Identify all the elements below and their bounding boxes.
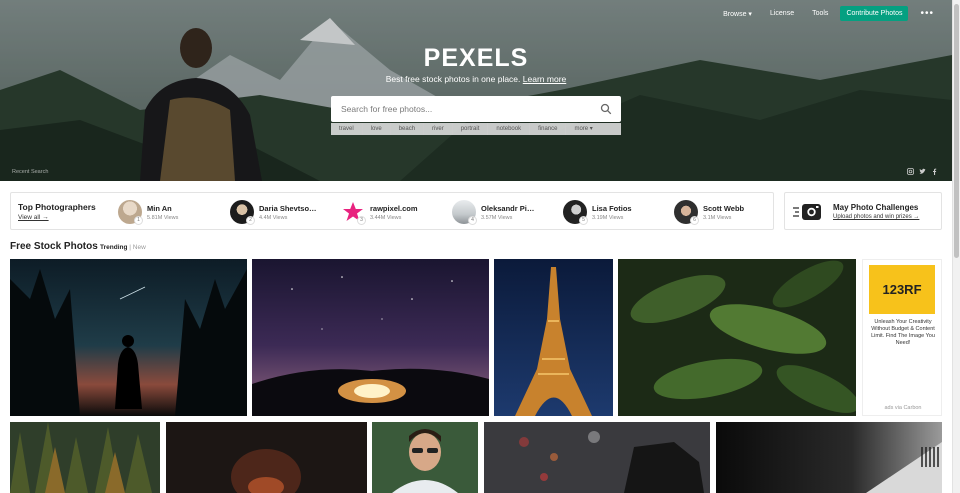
tagline-text: Best free stock photos in one place.: [385, 74, 521, 84]
search-tag-bar: travel love beach river portrait noteboo…: [331, 123, 621, 135]
rank-badge: 5: [579, 216, 588, 225]
top-photographers-panel: Top Photographers View all → 1 Min An 5.…: [10, 192, 774, 230]
photo-tile[interactable]: [10, 422, 160, 493]
site-logo[interactable]: PEXELS: [0, 44, 952, 73]
photographer-views: 3.44M Views: [370, 215, 402, 221]
search-input[interactable]: Search for free photos...: [331, 96, 621, 122]
camera-icon: [793, 204, 821, 220]
photo-tile[interactable]: [10, 259, 247, 416]
photographer-views: 3.57M Views: [481, 215, 513, 221]
rank-badge: 2: [246, 216, 255, 225]
learn-more-link[interactable]: Learn more: [523, 74, 566, 84]
tag-more[interactable]: more ▾: [566, 123, 600, 135]
nav-browse[interactable]: Browse ▾: [714, 10, 761, 18]
photo-tile[interactable]: [494, 259, 613, 416]
view-all-link[interactable]: View all →: [18, 214, 49, 221]
contribute-photos-button[interactable]: Contribute Photos: [840, 6, 909, 21]
ad-text: Unleash Your Creativity Without Budget &…: [871, 319, 935, 346]
tag-finance[interactable]: finance: [530, 123, 567, 135]
top-navigation: Browse ▾ License Tools Contribute Photos…: [714, 5, 934, 22]
page-scrollbar[interactable]: [952, 0, 960, 493]
photographer-views: 3.1M Views: [703, 215, 732, 221]
photographer-views: 5.81M Views: [147, 215, 179, 221]
tab-trending[interactable]: Trending: [100, 244, 127, 251]
photographer-views: 4.4M Views: [259, 215, 288, 221]
hero-tagline: Best free stock photos in one place. Lea…: [0, 74, 952, 84]
photographer-card[interactable]: 3 rawpixel.com 3.44M Views: [341, 200, 441, 226]
ad-logo-text: 123RF: [882, 282, 922, 297]
photographer-name: Lisa Fotios: [592, 204, 632, 213]
nav-tools[interactable]: Tools: [803, 10, 837, 17]
twitter-icon[interactable]: [919, 168, 926, 175]
photo-tile[interactable]: [618, 259, 856, 416]
rank-badge: 3: [357, 216, 366, 225]
section-tabs: Trending | New: [100, 244, 146, 251]
photographer-views: 3.19M Views: [592, 215, 624, 221]
photographer-name: Min An: [147, 204, 172, 213]
search-placeholder: Search for free photos...: [341, 104, 433, 114]
photo-tile[interactable]: [166, 422, 367, 493]
photo-challenge-card[interactable]: May Photo Challenges Upload photos and w…: [784, 192, 942, 230]
scrollbar-thumb[interactable]: [954, 4, 959, 258]
search-icon[interactable]: [600, 103, 612, 115]
hero-banner: Browse ▾ License Tools Contribute Photos…: [0, 0, 952, 181]
ad-via-link[interactable]: ads via Carbon: [863, 405, 943, 411]
tag-river[interactable]: river: [424, 123, 453, 135]
photographer-card[interactable]: 1 Min An 5.81M Views: [118, 200, 218, 226]
challenge-title: May Photo Challenges: [833, 203, 919, 212]
photographer-name: Oleksandr Pi…: [481, 204, 535, 213]
photo-tile[interactable]: [716, 422, 942, 493]
challenge-upload-link[interactable]: Upload photos and win prizes →: [833, 214, 919, 220]
page: Browse ▾ License Tools Contribute Photos…: [0, 0, 960, 493]
photographer-card[interactable]: 4 Oleksandr Pi… 3.57M Views: [452, 200, 552, 226]
hero-overlay: [0, 0, 952, 181]
instagram-icon[interactable]: [907, 168, 914, 175]
photographer-name: Scott Webb: [703, 204, 745, 213]
photo-tile[interactable]: [252, 259, 489, 416]
tag-travel[interactable]: travel: [331, 123, 363, 135]
social-links: [907, 168, 938, 175]
ad-logo: 123RF: [869, 265, 935, 314]
photo-tile[interactable]: [484, 422, 710, 493]
tag-portrait[interactable]: portrait: [453, 123, 489, 135]
rank-badge: 6: [690, 216, 699, 225]
rank-badge: 1: [134, 216, 143, 225]
advertisement[interactable]: 123RF Unleash Your Creativity Without Bu…: [862, 259, 942, 416]
photo-tile[interactable]: [372, 422, 478, 493]
rank-badge: 4: [468, 216, 477, 225]
photographer-card[interactable]: 6 Scott Webb 3.1M Views: [674, 200, 769, 226]
nav-license[interactable]: License: [761, 10, 803, 17]
more-menu-icon[interactable]: •••: [920, 8, 934, 19]
photographer-name: rawpixel.com: [370, 204, 418, 213]
photographer-card[interactable]: 2 Daria Shevtso… 4.4M Views: [230, 200, 330, 226]
section-title: Free Stock Photos: [10, 241, 98, 252]
tab-new[interactable]: New: [133, 244, 146, 251]
photographer-name: Daria Shevtso…: [259, 204, 317, 213]
tag-beach[interactable]: beach: [391, 123, 425, 135]
facebook-icon[interactable]: [931, 168, 938, 175]
tag-love[interactable]: love: [363, 123, 391, 135]
tag-notebook[interactable]: notebook: [488, 123, 531, 135]
photographer-card[interactable]: 5 Lisa Fotios 3.19M Views: [563, 200, 663, 226]
photo-credit[interactable]: Recent Search: [12, 169, 48, 175]
top-photographers-title: Top Photographers: [18, 202, 96, 212]
